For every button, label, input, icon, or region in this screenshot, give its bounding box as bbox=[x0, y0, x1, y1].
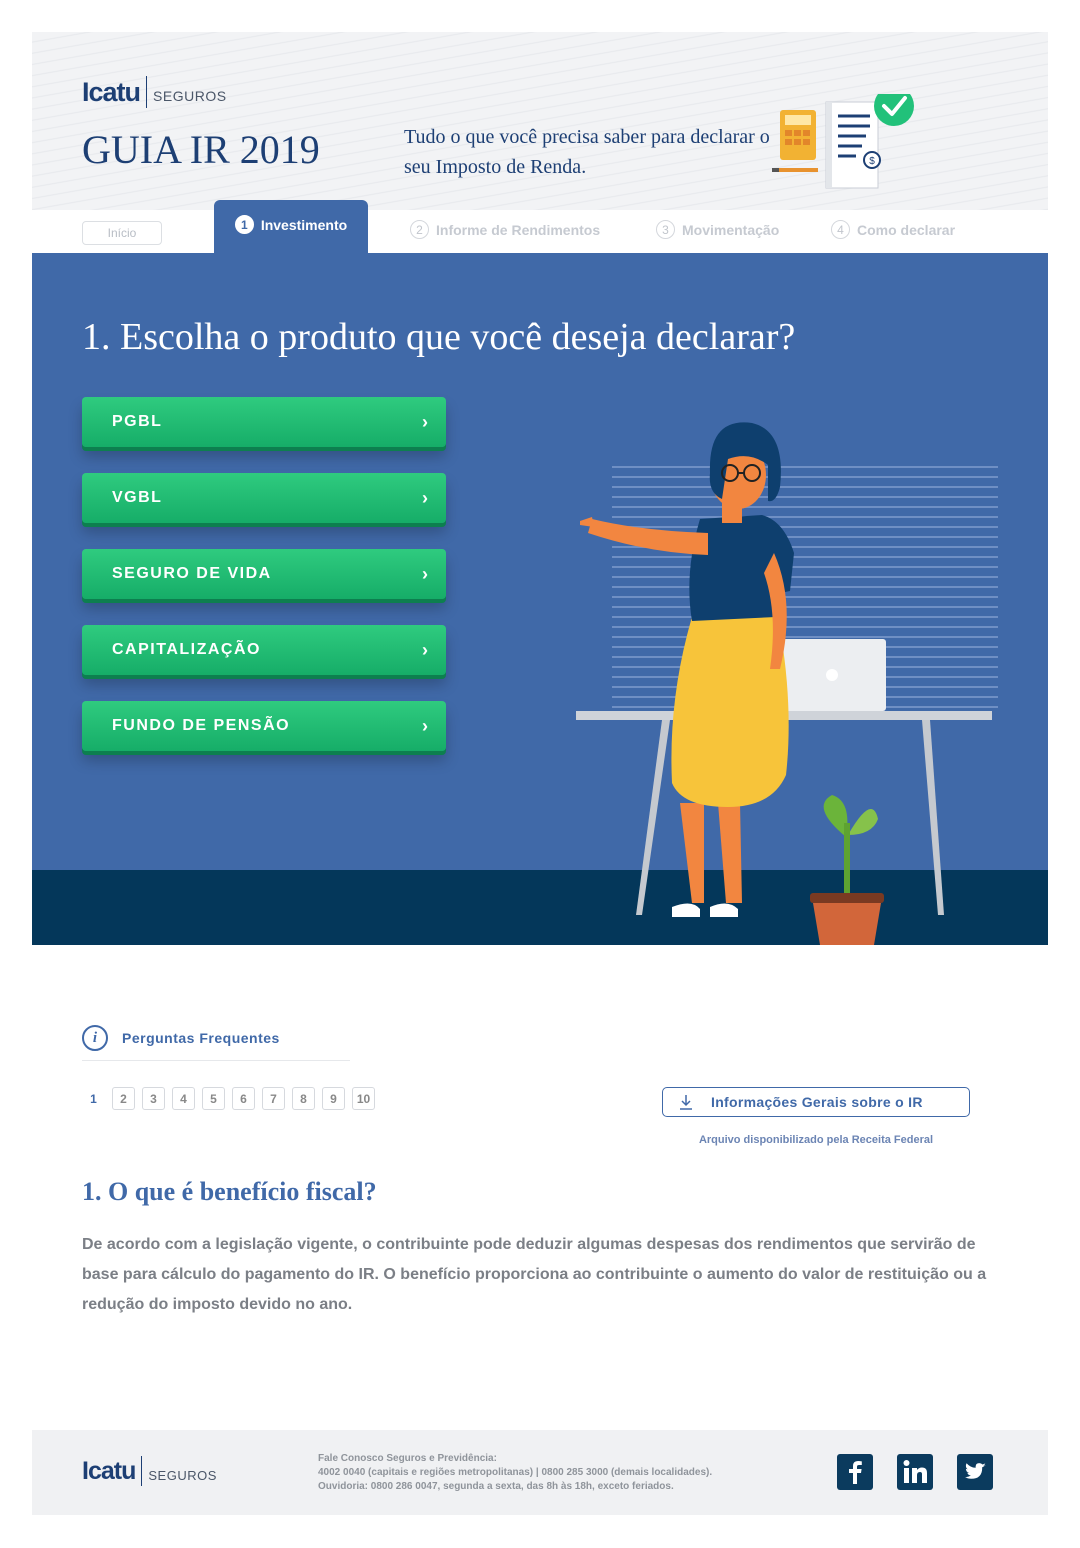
linkedin-icon[interactable] bbox=[897, 1454, 933, 1490]
tab-movimentacao[interactable]: 3 Movimentação bbox=[656, 220, 779, 239]
contact-line: Fale Conosco Seguros e Previdência: bbox=[318, 1453, 497, 1464]
chevron-right-icon: › bbox=[422, 563, 428, 584]
header: Icatu SEGUROS GUIA IR 2019 Tudo o que vo… bbox=[32, 32, 1048, 210]
page-button-8[interactable]: 8 bbox=[292, 1087, 315, 1110]
step-number: 1 bbox=[234, 215, 254, 234]
logo-sub: SEGUROS bbox=[148, 1467, 217, 1483]
question-body: De acordo com a legislação vigente, o co… bbox=[82, 1236, 987, 1313]
linkedin-glyph bbox=[903, 1460, 927, 1483]
product-button-capitalizacao[interactable]: CAPITALIZAÇÃO › bbox=[82, 625, 446, 675]
product-label: VGBL bbox=[112, 489, 163, 506]
tab-label: Como declarar bbox=[857, 221, 956, 238]
logo-divider bbox=[141, 1456, 143, 1486]
svg-text:$: $ bbox=[869, 156, 875, 167]
footer-logo[interactable]: Icatu SEGUROS bbox=[82, 1456, 217, 1486]
faq-header: i Perguntas Frequentes bbox=[82, 1025, 280, 1051]
download-icon bbox=[680, 1095, 692, 1110]
page-frame: Icatu SEGUROS GUIA IR 2019 Tudo o que vo… bbox=[32, 32, 1048, 945]
download-note: Arquivo disponibilizado pela Receita Fed… bbox=[698, 1134, 934, 1146]
step-number: 4 bbox=[831, 220, 850, 239]
tab-investimento[interactable]: 1 Investimento bbox=[214, 200, 368, 253]
footer: Icatu SEGUROS Fale Conosco Seguros e Pre… bbox=[32, 1430, 1048, 1515]
question-title: 1. O que é benefício fiscal? bbox=[82, 1177, 377, 1206]
tab-como-declarar[interactable]: 4 Como declarar bbox=[831, 220, 955, 239]
page-button-9[interactable]: 9 bbox=[322, 1087, 345, 1110]
facebook-glyph bbox=[849, 1461, 862, 1484]
page-button-10[interactable]: 10 bbox=[352, 1087, 375, 1110]
page-button-1[interactable]: 1 bbox=[82, 1087, 105, 1110]
product-selection-hero: 1. Escolha o produto que você deseja dec… bbox=[32, 253, 1048, 945]
product-label: PGBL bbox=[112, 413, 163, 430]
tab-label: Início bbox=[107, 226, 137, 240]
logo-brand: Icatu bbox=[82, 1456, 136, 1485]
header-logo[interactable]: Icatu SEGUROS bbox=[82, 76, 227, 108]
product-button-vgbl[interactable]: VGBL › bbox=[82, 473, 446, 523]
page-button-3[interactable]: 3 bbox=[142, 1087, 165, 1110]
contact-line: 4002 0040 (capitais e regiões metropolit… bbox=[318, 1467, 713, 1478]
step-number: 3 bbox=[656, 220, 675, 239]
page-button-5[interactable]: 5 bbox=[202, 1087, 225, 1110]
chevron-right-icon: › bbox=[422, 639, 428, 660]
calculator-document-illustration: $ bbox=[772, 94, 914, 189]
download-button[interactable]: Informações Gerais sobre o IR bbox=[662, 1087, 970, 1117]
step-tabs: Início 1 Investimento 2 Informe de Rendi… bbox=[32, 200, 1048, 253]
tab-label: Investimento bbox=[260, 216, 348, 233]
product-button-pgbl[interactable]: PGBL › bbox=[82, 397, 446, 447]
tab-label: Informe de Rendimentos bbox=[436, 221, 601, 238]
product-label: SEGURO DE VIDA bbox=[112, 565, 272, 582]
twitter-icon[interactable] bbox=[957, 1454, 993, 1490]
tab-inicio[interactable]: Início bbox=[82, 221, 162, 245]
page-subtitle: Tudo o que você precisa saber para decla… bbox=[404, 126, 770, 178]
page-button-6[interactable]: 6 bbox=[232, 1087, 255, 1110]
tab-label: Movimentação bbox=[682, 221, 780, 238]
logo-brand: Icatu bbox=[82, 76, 141, 107]
product-button-seguro-de-vida[interactable]: SEGURO DE VIDA › bbox=[82, 549, 446, 599]
chevron-right-icon: › bbox=[422, 487, 428, 508]
download-label: Informações Gerais sobre o IR bbox=[711, 1094, 923, 1110]
woman-pointing-illustration bbox=[576, 422, 998, 945]
step-number: 2 bbox=[410, 220, 429, 239]
faq-divider bbox=[82, 1060, 350, 1061]
page-button-4[interactable]: 4 bbox=[172, 1087, 195, 1110]
page-button-7[interactable]: 7 bbox=[262, 1087, 285, 1110]
faq-label: Perguntas Frequentes bbox=[122, 1030, 280, 1046]
tab-informe-de-rendimentos[interactable]: 2 Informe de Rendimentos bbox=[410, 220, 600, 239]
product-label: CAPITALIZAÇÃO bbox=[112, 641, 261, 658]
twitter-glyph bbox=[965, 1463, 986, 1479]
hero-question: 1. Escolha o produto que você deseja dec… bbox=[82, 316, 796, 358]
product-label: FUNDO DE PENSÃO bbox=[112, 717, 291, 734]
info-icon: i bbox=[82, 1025, 108, 1051]
facebook-icon[interactable] bbox=[837, 1454, 873, 1490]
product-button-fundo-de-pensao[interactable]: FUNDO DE PENSÃO › bbox=[82, 701, 446, 751]
chevron-right-icon: › bbox=[422, 715, 428, 736]
page-button-2[interactable]: 2 bbox=[112, 1087, 135, 1110]
logo-sub: SEGUROS bbox=[153, 88, 227, 104]
contact-info: Fale Conosco Seguros e Previdência: 4002… bbox=[318, 1452, 712, 1494]
contact-line: Ouvidoria: 0800 286 0047, segunda a sext… bbox=[318, 1481, 674, 1492]
chevron-right-icon: › bbox=[422, 411, 428, 432]
faq-pagination: 1 2 3 4 5 6 7 8 9 10 bbox=[82, 1087, 382, 1110]
page-title: GUIA IR 2019 bbox=[82, 127, 320, 172]
logo-divider bbox=[146, 76, 148, 108]
